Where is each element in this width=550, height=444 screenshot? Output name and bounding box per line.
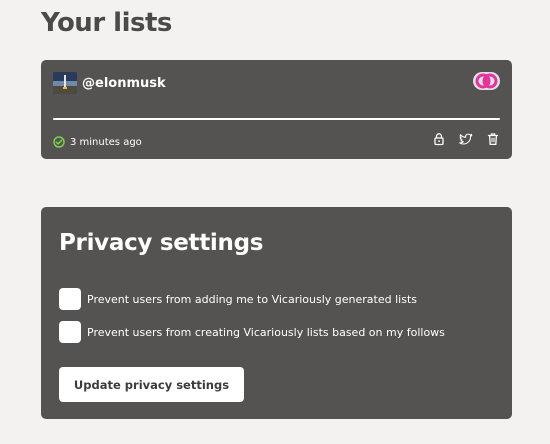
list-status: 3 minutes ago xyxy=(53,133,142,152)
status-text: 3 minutes ago xyxy=(70,137,142,148)
page: Your lists @elonmusk 3 minutes ago Priva… xyxy=(0,0,550,444)
trash-icon[interactable] xyxy=(486,132,500,146)
lock-icon[interactable] xyxy=(432,132,446,146)
option-label: Prevent users from adding me to Vicariou… xyxy=(87,292,417,306)
list-card[interactable]: @elonmusk 3 minutes ago xyxy=(41,60,512,159)
checkbox-no-generated-lists[interactable] xyxy=(59,288,81,310)
checkbox-no-follows-lists[interactable] xyxy=(59,321,81,343)
lists-section-title: Your lists xyxy=(41,8,172,38)
privacy-title: Privacy settings xyxy=(59,230,264,256)
twitter-icon[interactable] xyxy=(459,132,473,146)
brand-logo-icon[interactable] xyxy=(473,72,500,90)
option-label: Prevent users from creating Vicariously … xyxy=(87,325,445,339)
list-progress-bar xyxy=(53,118,500,120)
privacy-option-no-generated-lists[interactable]: Prevent users from adding me to Vicariou… xyxy=(59,288,417,310)
list-name[interactable]: @elonmusk xyxy=(82,76,166,91)
privacy-option-no-follows-lists[interactable]: Prevent users from creating Vicariously … xyxy=(59,321,445,343)
update-privacy-button[interactable]: Update privacy settings xyxy=(59,367,244,402)
check-circle-icon xyxy=(53,133,65,152)
list-actions xyxy=(432,132,500,146)
privacy-settings-card: Privacy settings Prevent users from addi… xyxy=(41,207,512,419)
avatar xyxy=(53,72,77,94)
